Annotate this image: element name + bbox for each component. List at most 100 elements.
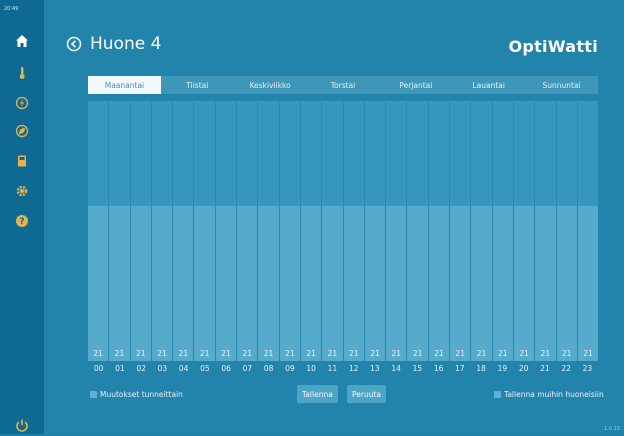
hour-column[interactable]: 21 [386,101,408,361]
temperature-bar[interactable] [151,206,173,361]
save-button[interactable]: Tallenna [297,385,338,403]
tab-perjantai[interactable]: Perjantai [379,76,452,94]
hour-column[interactable]: 21 [535,101,557,361]
tab-sunnuntai[interactable]: Sunnuntai [525,76,598,94]
temperature-value: 21 [370,349,380,358]
hour-column[interactable]: 21 [215,101,238,361]
hour-column[interactable]: 21 [407,101,429,361]
column-upper-area [130,101,151,205]
temperature-value: 21 [391,349,402,358]
hour-column[interactable]: 21 [492,101,514,361]
tab-torstai[interactable]: Torstai [307,76,380,94]
column-upper-area [279,101,300,205]
hourly-changes-toggle[interactable]: Muutokset tunneittain [90,390,183,399]
hour-label: 03 [157,364,168,373]
save-other-rooms-toggle[interactable]: Tallenna muihin huoneisiin [494,390,604,399]
day-tabs: Maanantai Tiistai Keskiviikko Torstai Pe… [88,76,598,94]
hourly-changes-checkbox[interactable] [90,391,97,398]
column-upper-area [343,101,364,205]
temperature-bar[interactable] [88,206,109,361]
hour-column[interactable]: 21 [88,101,110,361]
device-icon[interactable] [10,150,34,172]
column-upper-area [513,101,535,205]
hour-column[interactable]: 21 [513,101,536,361]
column-upper-area [322,101,343,205]
temperature-value: 21 [540,349,551,358]
temperature-value: 21 [412,349,423,358]
cancel-button[interactable]: Peruuta [347,385,386,403]
temperature-value: 21 [263,349,274,358]
temperature-bar[interactable] [109,206,130,361]
temperature-bar[interactable] [577,206,598,361]
temperature-bar[interactable] [300,206,322,361]
hour-column[interactable]: 21 [194,101,216,361]
column-upper-area [300,101,322,205]
hour-label: 23 [582,364,593,373]
back-icon[interactable] [66,36,82,52]
temperature-bar[interactable] [343,206,364,361]
temperature-bar[interactable] [130,206,151,361]
temperature-bar[interactable] [535,206,556,361]
temperature-bar[interactable] [279,206,300,361]
thermometer-icon[interactable] [10,62,34,84]
hour-column[interactable]: 21 [151,101,174,361]
hour-column[interactable]: 21 [364,101,387,361]
tab-tiistai[interactable]: Tiistai [161,76,234,94]
temperature-bar[interactable] [215,206,237,361]
hour-column[interactable]: 21 [322,101,344,361]
column-upper-area [151,101,173,205]
hour-column[interactable]: 21 [173,101,195,361]
tab-keskiviikko[interactable]: Keskiviikko [234,76,307,94]
gear-icon[interactable] [10,180,34,202]
hour-label: 01 [115,364,125,373]
temperature-value: 21 [327,349,338,358]
hour-column[interactable]: 21 [556,101,578,361]
column-upper-area [450,101,471,205]
column-upper-area [237,101,258,205]
save-other-rooms-checkbox[interactable] [494,391,501,398]
hour-column[interactable]: 21 [130,101,152,361]
hour-column[interactable]: 21 [300,101,323,361]
hour-column[interactable]: 21 [279,101,301,361]
hour-label: 22 [561,364,571,373]
hour-label: 11 [327,364,338,373]
temperature-bar[interactable] [386,206,407,361]
temperature-bar[interactable] [322,206,343,361]
temperature-bar[interactable] [556,206,577,361]
hour-column[interactable]: 21 [258,101,280,361]
hour-column[interactable]: 21 [237,101,259,361]
hour-column[interactable]: 21 [109,101,131,361]
hour-labels: 00 01 02 03 04 05 06 07 08 09 10 11 12 13 14 15 16 17 18 19… [88,364,598,373]
temperature-bar[interactable] [258,206,279,361]
column-upper-area [535,101,556,205]
hour-column[interactable]: 21 [343,101,365,361]
temperature-value: 21 [348,349,359,358]
temperature-bar[interactable] [513,206,535,361]
help-icon[interactable]: ? [10,210,34,232]
temperature-bar[interactable] [492,206,513,361]
temperature-value: 21 [93,349,103,358]
hour-column[interactable]: 21 [577,101,598,361]
tab-lauantai[interactable]: Lauantai [452,76,525,94]
temperature-bar[interactable] [194,206,215,361]
hour-column[interactable]: 21 [471,101,493,361]
temperature-bar[interactable] [173,206,194,361]
eco-icon[interactable] [10,120,34,142]
hour-label: 00 [93,364,104,373]
tab-maanantai[interactable]: Maanantai [88,76,161,94]
temperature-bar[interactable] [364,206,386,361]
power-icon[interactable] [10,414,34,436]
page-header: Huone 4 [66,34,161,54]
boost-icon[interactable] [10,92,34,114]
temperature-value: 21 [583,349,593,358]
column-upper-area [88,101,109,205]
temperature-bar[interactable] [450,206,471,361]
temperature-bar[interactable] [471,206,492,361]
hour-label: 10 [306,364,316,373]
temperature-bar[interactable] [407,206,428,361]
hour-column[interactable]: 21 [450,101,472,361]
home-icon[interactable] [10,30,34,52]
hour-column[interactable]: 21 [428,101,451,361]
temperature-bar[interactable] [428,206,450,361]
temperature-bar[interactable] [237,206,258,361]
